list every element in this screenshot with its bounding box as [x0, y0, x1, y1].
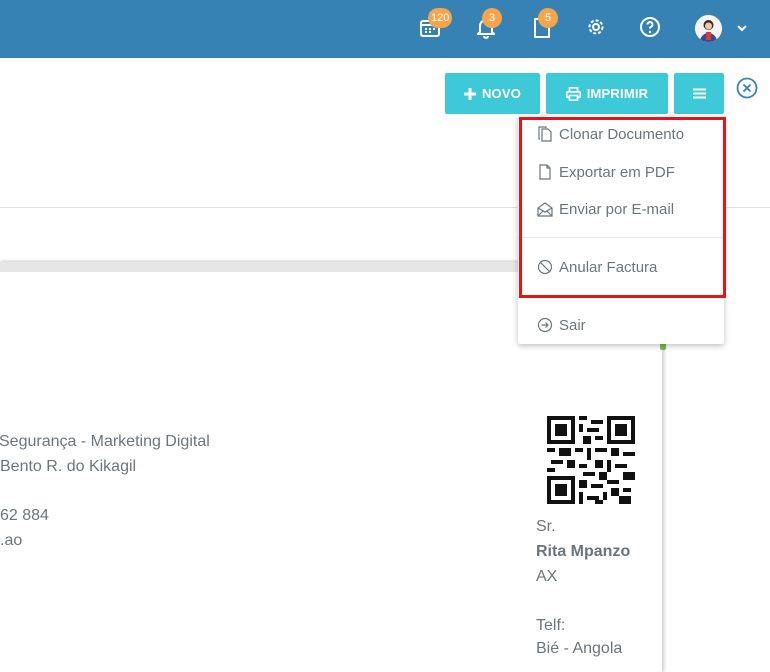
menu-divider: [518, 237, 724, 238]
company-email: .ao: [0, 532, 23, 549]
company-phone: 62 884: [0, 507, 49, 524]
settings-button[interactable]: [584, 15, 610, 41]
ban-icon: [537, 259, 553, 275]
notifications-badge: 3: [482, 8, 502, 28]
actions-dropdown-menu: Clonar Documento Exportar em PDF Enviar …: [518, 116, 724, 344]
user-avatar[interactable]: [695, 15, 722, 42]
client-phone-label: Telf:: [536, 617, 566, 634]
menu-item-exit[interactable]: Sair: [518, 308, 724, 342]
print-button[interactable]: IMPRIMIR: [546, 73, 668, 114]
question-circle-icon: [640, 17, 660, 37]
arrow-circle-right-icon: [537, 317, 553, 333]
envelope-open-icon: [537, 202, 553, 217]
new-button-label: NOVO: [481, 86, 522, 101]
copy-icon: [538, 126, 552, 142]
menu-item-label: Clonar Documento: [559, 125, 685, 143]
calendar-badge: 120: [428, 8, 453, 28]
avatar-icon: [695, 15, 722, 42]
menu-divider: [518, 297, 724, 298]
top-header: 120 3 5: [0, 0, 770, 58]
client-title: Sr.: [536, 518, 556, 535]
printer-icon: [565, 86, 581, 101]
help-button[interactable]: [638, 15, 664, 41]
gear-icon: [588, 19, 604, 35]
menu-item-export-pdf[interactable]: Exportar em PDF: [518, 155, 724, 189]
company-line2: Bento R. do Kikagil: [0, 458, 137, 475]
notifications-button[interactable]: 3: [474, 8, 502, 41]
plus-icon: [463, 87, 476, 100]
qr-code-icon: [547, 416, 635, 504]
documents-badge: 5: [538, 8, 558, 28]
menu-item-label: Sair: [559, 316, 586, 334]
calendar-button[interactable]: 120: [418, 8, 453, 41]
menu-item-label: Anular Factura: [559, 258, 658, 276]
menu-item-send-email[interactable]: Enviar por E-mail: [518, 192, 724, 226]
menu-item-clone-document[interactable]: Clonar Documento: [518, 117, 724, 151]
client-address: Bié - Angola: [536, 640, 623, 657]
print-button-label: IMPRIMIR: [586, 86, 649, 101]
chevron-down-icon[interactable]: [736, 22, 748, 34]
company-line1: Segurança - Marketing Digital: [0, 433, 210, 450]
client-name: Rita Mpanzo: [536, 543, 631, 560]
client-code: AX: [536, 568, 558, 585]
new-button[interactable]: NOVO: [445, 73, 540, 114]
menu-item-cancel-invoice[interactable]: Anular Factura: [518, 250, 724, 284]
menu-item-label: Enviar por E-mail: [559, 200, 675, 218]
more-actions-button[interactable]: [674, 73, 724, 114]
menu-icon: [692, 88, 706, 99]
file-icon: [539, 164, 551, 180]
menu-item-label: Exportar em PDF: [559, 163, 675, 181]
documents-button[interactable]: 5: [530, 8, 558, 41]
close-circle-icon[interactable]: [736, 77, 758, 99]
